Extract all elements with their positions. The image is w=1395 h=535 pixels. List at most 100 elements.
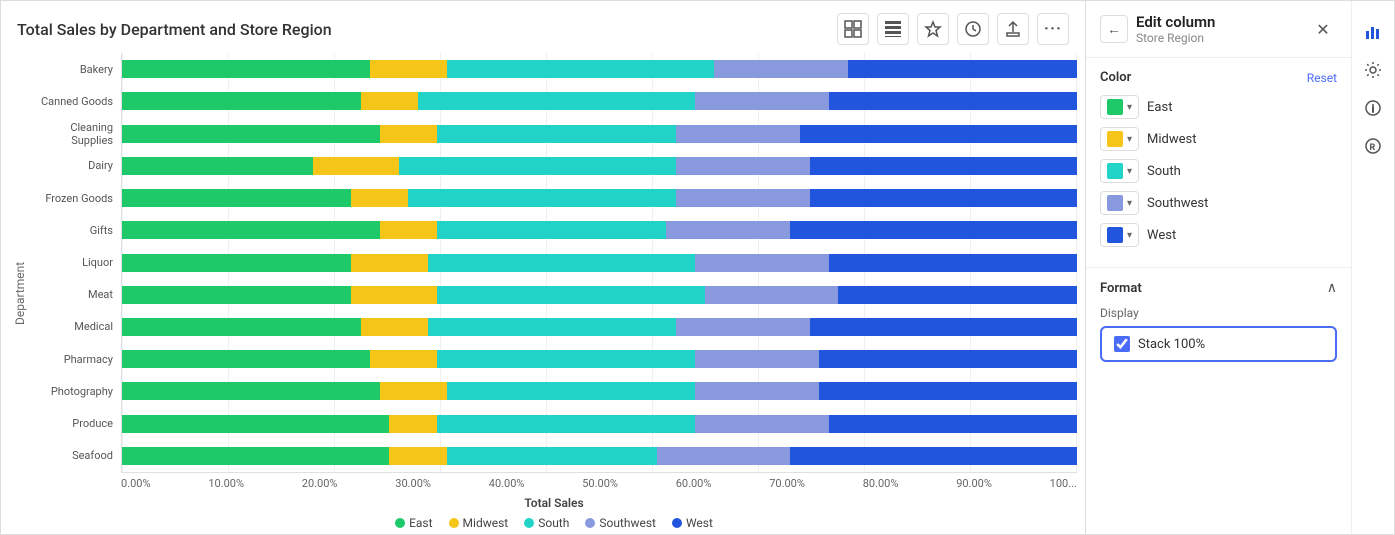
y-label: Meat (31, 279, 113, 311)
color-swatch (1107, 195, 1123, 211)
bar-row (122, 214, 1077, 246)
reset-button[interactable]: Reset (1307, 71, 1337, 85)
bar-segment-midwest (370, 60, 446, 78)
info-icon-button[interactable] (1358, 93, 1388, 123)
color-label: Southwest (1147, 196, 1208, 211)
color-swatch-button[interactable]: ▾ (1100, 223, 1139, 247)
bar-segment-midwest (351, 189, 408, 207)
x-label: 0.00% (121, 477, 151, 490)
bar-segment-south (428, 318, 676, 336)
stack-100-option[interactable]: Stack 100% (1100, 326, 1337, 362)
panel-back-button[interactable]: ← (1100, 15, 1128, 43)
svg-text:R: R (1370, 143, 1376, 153)
color-swatch-button[interactable]: ▾ (1100, 159, 1139, 183)
settings-icon-button[interactable] (1358, 55, 1388, 85)
grid-view-button[interactable] (877, 13, 909, 45)
bar-segment-west (800, 125, 1077, 143)
legend-item: Southwest (585, 516, 656, 530)
y-label: Produce (31, 408, 113, 440)
panel-content: ← Edit column Store Region ✕ Color Reset… (1086, 1, 1351, 534)
color-swatch-button[interactable]: ▾ (1100, 191, 1139, 215)
more-button[interactable]: ··· (1037, 13, 1069, 45)
bar-segment-southwest (666, 221, 790, 239)
color-label: Midwest (1147, 132, 1196, 147)
toolbar: ··· (837, 13, 1069, 45)
bar-segment-southwest (676, 189, 810, 207)
bar-segment-southwest (714, 60, 848, 78)
bar-segment-south (437, 221, 666, 239)
pin-button[interactable] (917, 13, 949, 45)
color-swatch (1107, 227, 1123, 243)
bar-segment-east (122, 254, 351, 272)
bar-segment-midwest (351, 286, 437, 304)
legend-item: West (672, 516, 713, 530)
color-section-title: Color (1100, 70, 1131, 85)
bar-segment-southwest (676, 318, 810, 336)
bar-segment-south (447, 447, 657, 465)
bar-segment-west (790, 447, 1077, 465)
bar-segment-midwest (361, 92, 418, 110)
bar-segment-midwest (380, 125, 437, 143)
y-label: Dairy (31, 150, 113, 182)
stack-100-label: Stack 100% (1138, 337, 1205, 352)
color-swatch-button[interactable]: ▾ (1100, 127, 1139, 151)
stack-100-checkbox[interactable] (1114, 336, 1130, 352)
bar-segment-east (122, 350, 370, 368)
y-label: Liquor (31, 246, 113, 278)
bar-segment-midwest (361, 318, 428, 336)
bar-segment-south (437, 286, 704, 304)
chevron-down-icon: ▾ (1127, 230, 1132, 241)
bar-segment-south (447, 60, 714, 78)
panel-close-button[interactable]: ✕ (1309, 15, 1337, 43)
bar-segment-southwest (695, 382, 819, 400)
format-header[interactable]: Format ∧ (1100, 280, 1337, 296)
legend-item: South (524, 516, 569, 530)
bar-segment-south (428, 254, 695, 272)
color-row: ▾ Southwest (1100, 191, 1337, 215)
bar-row (122, 343, 1077, 375)
bar-segment-midwest (380, 382, 447, 400)
bar-segment-midwest (313, 157, 399, 175)
bar-segment-south (437, 415, 695, 433)
chart-icon-button[interactable] (1358, 17, 1388, 47)
legend-label: Southwest (599, 516, 656, 530)
bar-row (122, 85, 1077, 117)
bar-row (122, 53, 1077, 85)
y-axis-label: Department (9, 53, 31, 534)
bar-segment-west (819, 382, 1077, 400)
y-label: Seafood (31, 440, 113, 472)
bar-segment-east (122, 286, 351, 304)
x-label: 100... (1050, 477, 1077, 490)
bar-segment-west (848, 60, 1077, 78)
color-swatch (1107, 163, 1123, 179)
table-view-button[interactable] (837, 13, 869, 45)
bar-segment-east (122, 318, 361, 336)
y-label: Cleaning Supplies (31, 117, 113, 149)
share-button[interactable] (997, 13, 1029, 45)
bar-segment-west (810, 157, 1077, 175)
bar-segment-east (122, 221, 380, 239)
color-swatch-button[interactable]: ▾ (1100, 95, 1139, 119)
panel-title-area: Edit column Store Region (1136, 13, 1301, 45)
bar-segment-south (437, 125, 676, 143)
x-labels: 0.00%10.00%20.00%30.00%40.00%50.00%60.00… (121, 472, 1077, 490)
r-icon-button[interactable]: R (1358, 131, 1388, 161)
legend: EastMidwestSouthSouthwestWest (31, 516, 1077, 530)
legend-label: Midwest (463, 516, 509, 530)
bars-grid (121, 53, 1077, 472)
format-section: Format ∧ Display Stack 100% (1086, 268, 1351, 374)
y-label: Canned Goods (31, 85, 113, 117)
bar-segment-midwest (380, 221, 437, 239)
legend-label: West (686, 516, 713, 530)
bar-segment-east (122, 157, 313, 175)
legend-item: Midwest (449, 516, 509, 530)
bar-segment-east (122, 447, 389, 465)
color-rows: ▾East▾Midwest▾South▾Southwest▾West (1100, 95, 1337, 247)
color-swatch (1107, 131, 1123, 147)
bar-segment-midwest (351, 254, 427, 272)
x-label: 80.00% (863, 477, 899, 490)
bar-segment-east (122, 189, 351, 207)
x-axis-label: Total Sales (31, 496, 1077, 510)
bar-segment-southwest (695, 92, 829, 110)
insights-button[interactable] (957, 13, 989, 45)
